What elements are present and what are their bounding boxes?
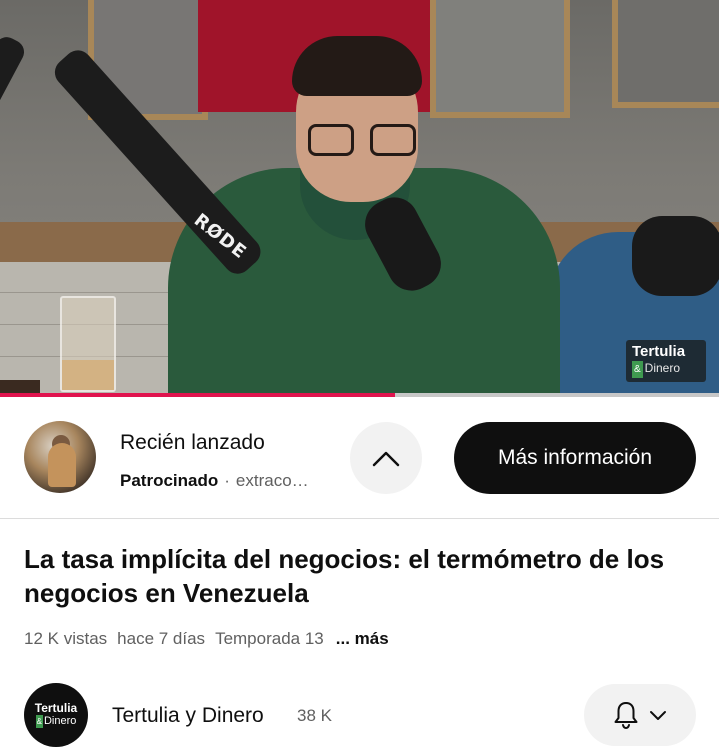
view-count: 12 K vistas bbox=[24, 629, 108, 648]
channel-name[interactable]: Tertulia y Dinero bbox=[112, 704, 264, 728]
chevron-down-icon bbox=[650, 711, 666, 720]
video-info-sheet: Recién lanzado Patrocinado · extraco… Más … bbox=[0, 399, 719, 753]
bell-icon bbox=[614, 702, 638, 730]
guest-microphone bbox=[632, 216, 719, 296]
ad-avatar[interactable] bbox=[24, 421, 96, 493]
chevron-up-icon bbox=[372, 451, 400, 467]
season-label: Temporada 13 bbox=[215, 629, 324, 648]
host-glasses bbox=[308, 124, 416, 158]
watermark-amp: & bbox=[632, 361, 643, 378]
ad-domain: extraco… bbox=[235, 471, 309, 490]
separator-dot: · bbox=[224, 471, 230, 490]
channel-avatar-line2: & Dinero bbox=[35, 715, 77, 728]
video-player[interactable]: RØDE Tertulia & Dinero bbox=[0, 0, 719, 397]
channel-avatar-amp: & bbox=[35, 715, 43, 728]
video-meta[interactable]: 12 K vistas hace 7 días Temporada 13 ... má… bbox=[24, 629, 399, 649]
watermark-line1: Tertulia bbox=[632, 343, 686, 360]
host-hair bbox=[292, 36, 422, 96]
more-description-link[interactable]: ... más bbox=[336, 629, 389, 648]
watermark-line2: & Dinero bbox=[632, 360, 700, 378]
channel-avatar-line1: Tertulia bbox=[34, 701, 78, 715]
subscriber-count: 38 K bbox=[297, 706, 332, 725]
channel-avatar-word: Dinero bbox=[43, 715, 77, 727]
subscription-bell-button[interactable] bbox=[584, 684, 696, 746]
sponsored-label: Patrocinado bbox=[120, 471, 219, 490]
collapse-ad-button[interactable] bbox=[350, 422, 422, 494]
channel-avatar[interactable]: Tertulia & Dinero bbox=[24, 683, 88, 747]
video-progress-fill bbox=[0, 393, 396, 397]
video-title[interactable]: La tasa implícita del negocios: el termó… bbox=[24, 542, 694, 610]
more-info-button[interactable]: Más información bbox=[454, 422, 696, 494]
ad-title[interactable]: Recién lanzado bbox=[120, 431, 265, 455]
wall-panel bbox=[612, 0, 719, 108]
wall-panel bbox=[430, 0, 570, 118]
watermark-word: Dinero bbox=[644, 361, 681, 375]
divider bbox=[0, 518, 719, 519]
mic-boom-arm-upper bbox=[0, 32, 29, 162]
drinking-glass bbox=[60, 296, 116, 392]
channel-watermark: Tertulia & Dinero bbox=[626, 340, 706, 382]
ad-subtitle: Patrocinado · extraco… bbox=[120, 471, 309, 491]
video-progress-bar[interactable] bbox=[0, 393, 719, 397]
upload-date: hace 7 días bbox=[117, 629, 206, 648]
